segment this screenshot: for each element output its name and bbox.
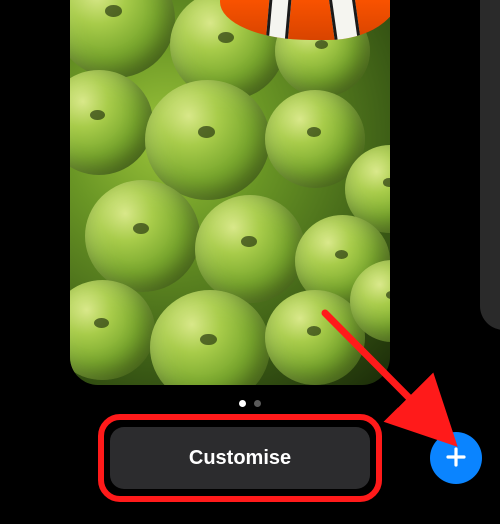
customise-button[interactable]: Customise	[110, 427, 370, 489]
wallpaper-image	[70, 0, 390, 385]
page-dot-active	[239, 400, 246, 407]
page-dot-inactive	[254, 400, 261, 407]
wallpaper-preview-card[interactable]	[70, 0, 390, 385]
adjacent-wallpaper-card[interactable]	[480, 0, 500, 330]
customise-button-label: Customise	[189, 447, 291, 470]
clownfish-image	[220, 0, 390, 40]
page-indicator[interactable]	[239, 400, 261, 407]
plus-icon	[444, 445, 468, 472]
add-button[interactable]	[430, 432, 482, 484]
